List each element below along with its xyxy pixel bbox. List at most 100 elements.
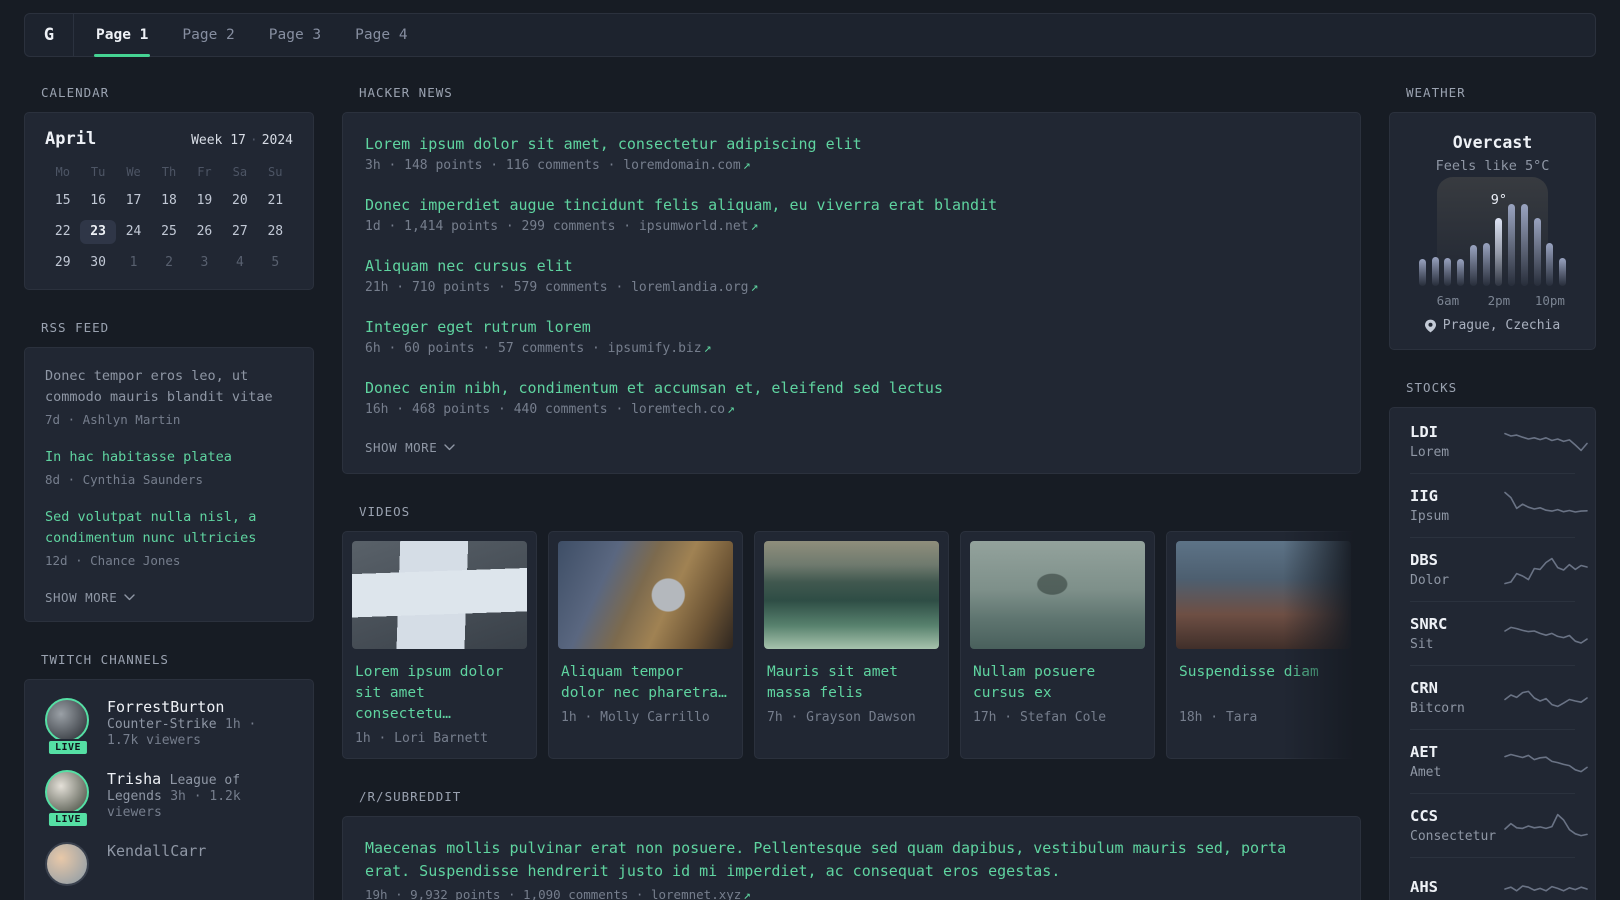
- rss-item-headline: In hac habitasse platea: [45, 449, 232, 465]
- stock-row[interactable]: CCS Consectetur +0.51% $165.84: [1410, 793, 1588, 857]
- calendar-weekday-header: Mo: [55, 165, 70, 179]
- subreddit-item-stats: 19h · 9,932 points · 1,090 comments ·: [365, 887, 651, 900]
- weather-bar: [1559, 258, 1567, 286]
- subreddit-item-domain[interactable]: loremnet.xyz: [651, 887, 741, 900]
- video-meta: 1h · Molly Carrillo: [561, 710, 710, 725]
- twitch-channel-row[interactable]: LIVE Trisha League of Legends 3h · 1.2k …: [45, 770, 293, 828]
- calendar-weekday-header: Th: [161, 165, 177, 179]
- twitch-channel-info: KendallCarr: [107, 842, 206, 886]
- video-card[interactable]: Nullam posuere cursus ex 17h · Stefan Co…: [960, 531, 1155, 759]
- hackernews-item-domain[interactable]: ipsumify.biz: [608, 341, 702, 356]
- weather-feels-like: Feels like 5°C: [1435, 158, 1550, 174]
- calendar-week-label: Week 17: [191, 133, 246, 148]
- video-card[interactable]: Lorem ipsum dolor sit amet consectetu… 1…: [342, 531, 537, 759]
- page-tab[interactable]: Page 3: [267, 14, 323, 56]
- calendar-year: 2024: [261, 133, 293, 148]
- stock-symbol: AHS: [1410, 878, 1438, 896]
- video-meta: 18h · Tara: [1179, 710, 1258, 725]
- page-tab-label: Page 3: [268, 27, 322, 43]
- hackernews-item[interactable]: Donec imperdiet augue tincidunt felis al…: [365, 194, 1338, 234]
- stock-row[interactable]: AHS +0.46%: [1410, 857, 1588, 900]
- weather-hour-tick: 10pm: [1534, 293, 1565, 308]
- page-tab[interactable]: Page 2: [180, 14, 236, 56]
- stock-sparkline: [1504, 626, 1588, 644]
- stock-change: +4.35%: [1590, 424, 1620, 440]
- stock-price: $499.72: [1590, 764, 1620, 780]
- stock-row[interactable]: LDI Lorem +4.35% $795.18: [1410, 410, 1588, 473]
- weather-hour-slot: [1556, 204, 1569, 286]
- video-meta: 7h · Grayson Dawson: [767, 710, 916, 725]
- video-thumbnail: [1176, 541, 1351, 649]
- avatar: [45, 698, 89, 742]
- subreddit-item-headline: Maecenas mollis pulvinar erat non posuer…: [365, 839, 1287, 880]
- hackernews-item-domain[interactable]: loremlandia.org: [631, 280, 748, 295]
- stock-symbol: CCS: [1410, 807, 1438, 825]
- calendar-day: 28: [267, 224, 284, 239]
- dashboard-page: G Page 1 Page 2 Page 3 Page 4 CALENDAR A…: [0, 0, 1620, 900]
- weather-card: Overcast Feels like 5°C 6am 9° 2pm 10pm …: [1389, 112, 1596, 350]
- page-tab[interactable]: Page 4: [353, 14, 409, 56]
- stock-row[interactable]: SNRC Sit +1.36% $148.64: [1410, 601, 1588, 665]
- calendar-day: 30: [90, 255, 106, 270]
- hackernews-item[interactable]: Lorem ipsum dolor sit amet, consectetur …: [365, 133, 1338, 173]
- hackernews-item-stats: 3h · 148 points · 116 comments ·: [365, 158, 624, 173]
- stock-symbol: CRN: [1410, 679, 1438, 697]
- twitch-channel-name: KendallCarr: [107, 842, 207, 860]
- stock-row[interactable]: IIG Ipsum +2.84% $42.04: [1410, 473, 1588, 537]
- weather-bar: [1431, 257, 1439, 286]
- hackernews-item-stats: 16h · 468 points · 440 comments ·: [365, 402, 632, 417]
- video-card[interactable]: Aliquam tempor dolor nec pharetra… 1h · …: [548, 531, 743, 759]
- hackernews-item-domain[interactable]: ipsumworld.net: [639, 219, 749, 234]
- weather-hour-slot: [1480, 204, 1493, 286]
- video-thumbnail: [970, 541, 1145, 649]
- page-tab[interactable]: Page 1: [94, 14, 151, 57]
- hackernews-item[interactable]: Aliquam nec cursus elit 21h · 710 points…: [365, 255, 1338, 295]
- nav-divider: [73, 14, 74, 56]
- stock-name: Bitcorn: [1410, 701, 1465, 716]
- stock-change: +1.42%: [1590, 552, 1620, 568]
- video-card[interactable]: Mauris sit amet massa felis 7h · Grayson…: [754, 531, 949, 759]
- weather-hour-slot: [1505, 204, 1518, 286]
- weather-bar: [1546, 243, 1554, 286]
- hackernews-item-meta: 1d · 1,414 points · 299 comments · ipsum…: [365, 219, 1338, 234]
- weather-widget: WEATHER Overcast Feels like 5°C 6am 9° 2…: [1389, 85, 1596, 350]
- stock-id: IIG Ipsum: [1410, 487, 1502, 524]
- stock-values: +4.35% $795.18: [1590, 424, 1620, 460]
- stock-row[interactable]: DBS Dolor +1.42% $156.28: [1410, 537, 1588, 601]
- weather-bar: [1495, 218, 1503, 286]
- rss-item[interactable]: Sed volutpat nulla nisl, a condimentum n…: [45, 507, 293, 568]
- videos-carousel[interactable]: Lorem ipsum dolor sit amet consectetu… 1…: [342, 531, 1361, 759]
- video-card[interactable]: Suspendisse diam 18h · Tara: [1166, 531, 1361, 759]
- hackernews-item-domain[interactable]: loremdomain.com: [623, 158, 740, 173]
- video-thumbnail: [558, 541, 733, 649]
- stock-values: +0.46%: [1590, 879, 1620, 899]
- hackernews-show-more-button[interactable]: SHOW MORE: [365, 438, 455, 457]
- subreddit-item[interactable]: Maecenas mollis pulvinar erat non posuer…: [365, 837, 1338, 900]
- logo[interactable]: G: [25, 14, 73, 56]
- calendar-day: 16: [90, 193, 106, 208]
- weather-hour-slot: [1416, 204, 1429, 286]
- stock-row[interactable]: AET Amet +0.92% $499.72: [1410, 729, 1588, 793]
- rss-show-more-button[interactable]: SHOW MORE: [45, 588, 135, 607]
- avatar: [45, 842, 89, 886]
- external-link-icon: ↗: [742, 158, 751, 173]
- live-badge: LIVE: [46, 811, 90, 828]
- stock-values: +1.42% $156.28: [1590, 552, 1620, 588]
- page-tab-label: Page 1: [96, 27, 149, 43]
- rss-item[interactable]: Donec tempor eros leo, ut commodo mauris…: [45, 366, 293, 427]
- hackernews-item[interactable]: Donec enim nibh, condimentum et accumsan…: [365, 377, 1338, 417]
- calendar-header: April Week 17 · 2024: [45, 129, 293, 149]
- hackernews-item[interactable]: Integer eget rutrum lorem 6h · 60 points…: [365, 316, 1338, 356]
- hackernews-item-domain[interactable]: loremtech.co: [631, 402, 725, 417]
- twitch-channel-info: ForrestBurton Counter-Strike 1h · 1.7k v…: [107, 698, 293, 748]
- rss-item[interactable]: In hac habitasse platea 8d · Cynthia Sau…: [45, 447, 293, 487]
- twitch-channel-row[interactable]: LIVE KendallCarr: [45, 842, 293, 886]
- stock-name: Amet: [1410, 765, 1442, 780]
- twitch-card: LIVE ForrestBurton Counter-Strike 1h · 1…: [24, 679, 314, 900]
- stock-name: Ipsum: [1410, 509, 1450, 524]
- stock-change: +0.51%: [1590, 808, 1620, 824]
- twitch-channel-row[interactable]: LIVE ForrestBurton Counter-Strike 1h · 1…: [45, 698, 293, 756]
- stock-values: +1.36% $148.64: [1590, 616, 1620, 652]
- twitch-channel-info: Trisha League of Legends 3h · 1.2k viewe…: [107, 770, 293, 820]
- stock-row[interactable]: CRN Bitcorn -1.00% $66,171.48: [1410, 665, 1588, 729]
